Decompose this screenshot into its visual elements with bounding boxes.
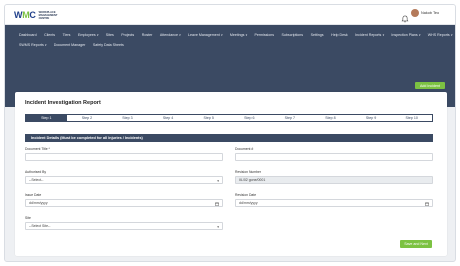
issue-date-input[interactable]: dd/mm/yyyy bbox=[25, 199, 223, 207]
revision-number-input[interactable]: IIL/02 gone/0001 bbox=[235, 176, 433, 184]
nav-row-secondary: SWMS Reports ▾ Document Manager Safety Da… bbox=[19, 43, 131, 47]
tab-step-6[interactable]: Step 6 bbox=[229, 115, 270, 121]
page-title: Incident Investigation Report bbox=[25, 100, 101, 106]
tab-step-1[interactable]: Step 1 bbox=[26, 115, 67, 121]
document-number-label: Document # bbox=[235, 147, 254, 151]
top-bar: WMC WORKPLACE MANAGEMENT CENTRE Nakob Te… bbox=[5, 5, 455, 25]
chevron-down-icon: ▾ bbox=[418, 33, 421, 37]
nav-item-employees[interactable]: Employees ▾ bbox=[78, 33, 98, 37]
nav-item-projects[interactable]: Projects bbox=[121, 33, 134, 37]
tab-step-4[interactable]: Step 4 bbox=[148, 115, 189, 121]
revision-date-input[interactable]: dd/mm/yyyy bbox=[235, 199, 433, 207]
nav-item-attendance[interactable]: Attendance ▾ bbox=[160, 33, 181, 37]
nav-item-roster[interactable]: Roster bbox=[142, 33, 153, 37]
calendar-icon[interactable] bbox=[425, 202, 429, 207]
document-title-label: Document Title * bbox=[25, 147, 50, 151]
document-number-input[interactable] bbox=[235, 153, 433, 161]
tab-step-10[interactable]: Step 10 bbox=[391, 115, 432, 121]
tab-step-5[interactable]: Step 5 bbox=[188, 115, 229, 121]
document-title-input[interactable] bbox=[25, 153, 223, 161]
user-name[interactable]: Nakob Teo bbox=[421, 11, 439, 15]
authorised-by-label: Authorised By bbox=[25, 170, 47, 174]
chevron-down-icon: ▾ bbox=[179, 33, 181, 37]
issue-date-label: Issue Date bbox=[25, 193, 42, 197]
chevron-down-icon: ▾ bbox=[44, 43, 47, 47]
calendar-icon[interactable] bbox=[215, 202, 219, 207]
bell-icon[interactable] bbox=[401, 10, 409, 23]
chevron-down-icon: ▾ bbox=[245, 33, 247, 37]
section-header: Incident Details (Must be completed for … bbox=[25, 134, 433, 142]
logo-mark: WMC bbox=[14, 10, 36, 20]
avatar[interactable] bbox=[411, 9, 419, 17]
nav-item-document-manager[interactable]: Document Manager bbox=[54, 43, 86, 47]
add-incident-button[interactable]: Add Incident bbox=[415, 82, 445, 89]
site-select[interactable]: --Select Site-- ▾ bbox=[25, 222, 223, 230]
incident-form-card: Incident Investigation Report Step 1 Ste… bbox=[15, 92, 447, 256]
chevron-down-icon: ▾ bbox=[217, 178, 219, 183]
nav-item-help-desk[interactable]: Help Desk bbox=[331, 33, 348, 37]
chevron-down-icon: ▾ bbox=[382, 33, 384, 37]
nav-item-leave-management[interactable]: Leave Management ▾ bbox=[188, 33, 222, 37]
site-label: Site bbox=[25, 216, 31, 220]
app-window: WMC WORKPLACE MANAGEMENT CENTRE Nakob Te… bbox=[4, 4, 456, 262]
tab-step-3[interactable]: Step 3 bbox=[107, 115, 148, 121]
nav-item-subscriptions[interactable]: Subscriptions bbox=[282, 33, 304, 37]
nav-item-sites[interactable]: Sites bbox=[106, 33, 114, 37]
nav-item-dashboard[interactable]: Dashboard bbox=[19, 33, 37, 37]
nav-row-primary: Dashboard Clients Tiers Employees ▾ Sites… bbox=[19, 33, 455, 37]
authorised-by-select[interactable]: --Select-- ▾ bbox=[25, 176, 223, 184]
nav-item-permissions[interactable]: Permissions bbox=[254, 33, 274, 37]
nav-item-swms-reports[interactable]: SWMS Reports ▾ bbox=[19, 43, 46, 47]
nav-item-incident-reports[interactable]: Incident Reports ▾ bbox=[355, 33, 384, 37]
tab-step-8[interactable]: Step 8 bbox=[310, 115, 351, 121]
tab-step-9[interactable]: Step 9 bbox=[351, 115, 392, 121]
nav-item-safety-data-sheets[interactable]: Safety Data Sheets bbox=[93, 43, 124, 47]
nav-item-tiers[interactable]: Tiers bbox=[63, 33, 71, 37]
app-logo[interactable]: WMC WORKPLACE MANAGEMENT CENTRE bbox=[14, 9, 58, 21]
nav-item-meetings[interactable]: Meetings ▾ bbox=[230, 33, 247, 37]
chevron-down-icon: ▾ bbox=[217, 224, 219, 229]
save-and-next-button[interactable]: Save and Next bbox=[400, 240, 432, 248]
chevron-down-icon: ▾ bbox=[450, 33, 453, 37]
nav-item-clients[interactable]: Clients bbox=[44, 33, 55, 37]
tab-step-2[interactable]: Step 2 bbox=[67, 115, 108, 121]
nav-item-inspection-plans[interactable]: Inspection Plans ▾ bbox=[391, 33, 420, 37]
chevron-down-icon: ▾ bbox=[220, 33, 223, 37]
logo-tagline: WORKPLACE MANAGEMENT CENTRE bbox=[38, 10, 58, 20]
tab-step-7[interactable]: Step 7 bbox=[270, 115, 311, 121]
nav-item-settings[interactable]: Settings bbox=[311, 33, 324, 37]
nav-item-whs-reports[interactable]: WHS Reports ▾ bbox=[428, 33, 452, 37]
revision-date-label: Revision Date bbox=[235, 193, 257, 197]
chevron-down-icon: ▾ bbox=[96, 33, 99, 37]
revision-number-label: Revision Number bbox=[235, 170, 262, 174]
step-tabs: Step 1 Step 2 Step 3 Step 4 Step 5 Step … bbox=[25, 114, 433, 122]
